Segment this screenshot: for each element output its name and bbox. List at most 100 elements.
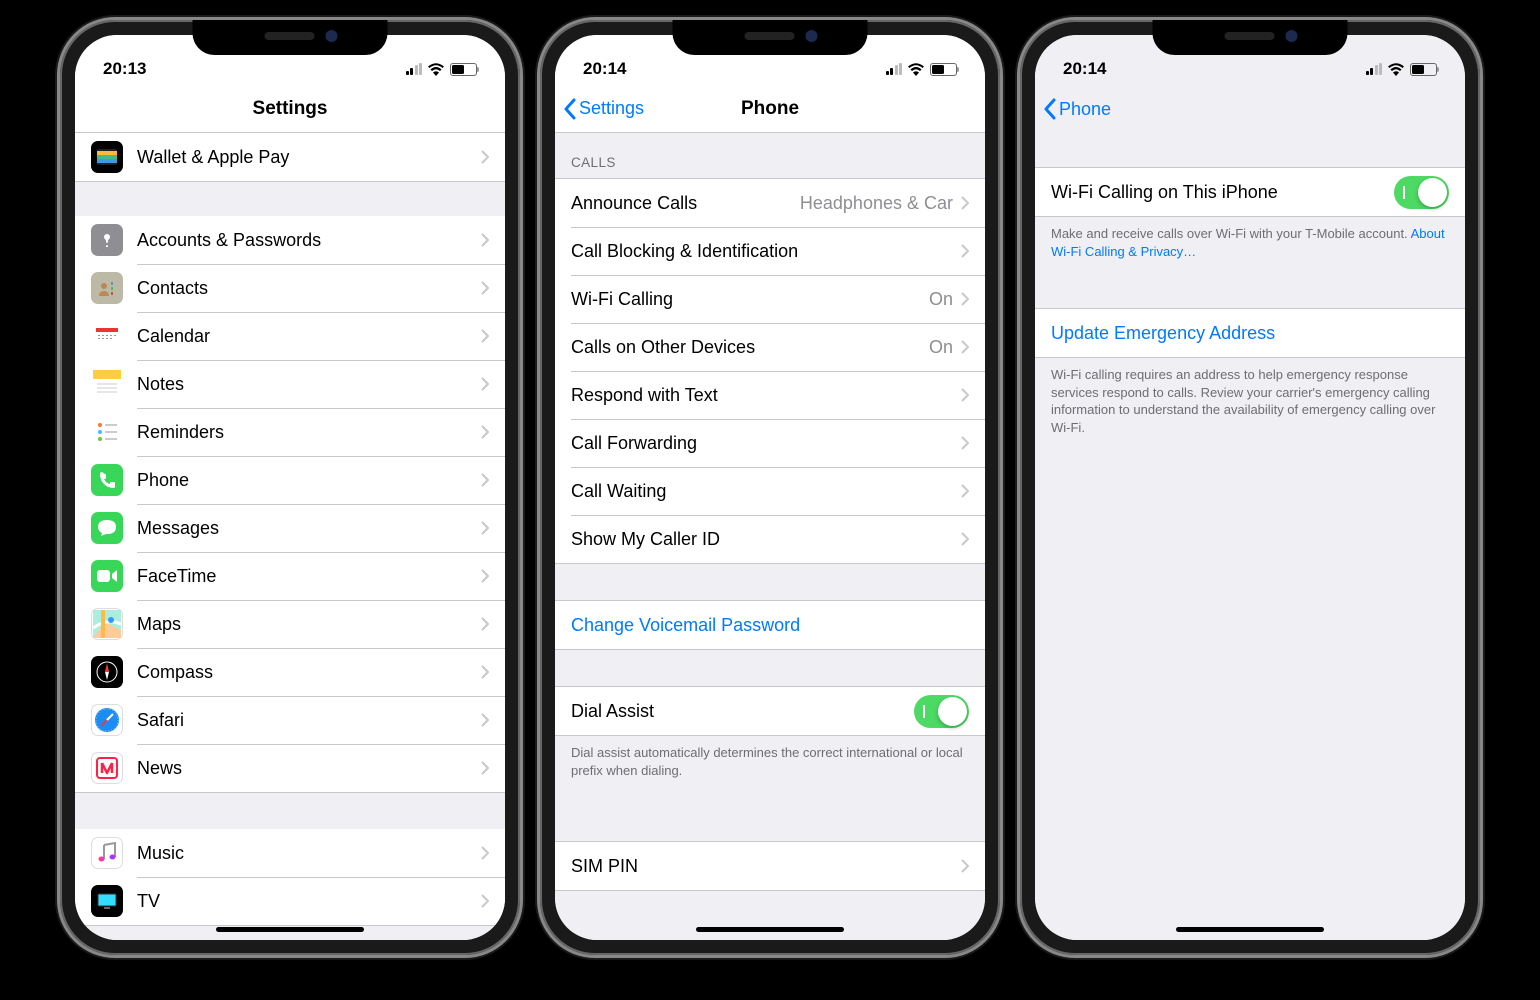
calendar-icon	[91, 320, 123, 352]
chevron-right-icon	[961, 244, 969, 258]
notch	[1153, 20, 1348, 55]
change-voicemail-password[interactable]: Change Voicemail Password	[555, 601, 985, 649]
row-label: Show My Caller ID	[571, 529, 961, 550]
settings-row-calendar[interactable]: Calendar	[75, 312, 505, 360]
chevron-right-icon	[961, 340, 969, 354]
facetime-icon	[91, 560, 123, 592]
row-label: Maps	[137, 614, 481, 635]
home-indicator[interactable]	[696, 927, 844, 932]
settings-row-tv[interactable]: TV	[75, 877, 505, 925]
chevron-right-icon	[481, 473, 489, 487]
tv-icon	[91, 885, 123, 917]
wifi-calling-list[interactable]: Wi-Fi Calling on This iPhone Make and re…	[1035, 133, 1465, 940]
accounts-icon	[91, 224, 123, 256]
row-label: SIM PIN	[571, 856, 961, 877]
wifi-calling-toggle-row[interactable]: Wi-Fi Calling on This iPhone	[1035, 168, 1465, 216]
settings-row-compass[interactable]: Compass	[75, 648, 505, 696]
row-label: Reminders	[137, 422, 481, 443]
wifi-icon	[907, 63, 925, 76]
settings-row-music[interactable]: Music	[75, 829, 505, 877]
nav-title: Phone	[741, 98, 799, 120]
phone-settings-list[interactable]: CALLS Announce CallsHeadphones & CarCall…	[555, 133, 985, 940]
row-label: Safari	[137, 710, 481, 731]
chevron-right-icon	[481, 761, 489, 775]
chevron-right-icon	[481, 329, 489, 343]
settings-row-safari[interactable]: Safari	[75, 696, 505, 744]
notes-icon	[91, 368, 123, 400]
screen-settings: 20:13 Settings Wallet & Apple Pay	[75, 35, 505, 940]
nav-bar: Settings Phone	[555, 85, 985, 133]
row-label: TV	[137, 891, 481, 912]
settings-row-announce-calls[interactable]: Announce CallsHeadphones & Car	[555, 179, 985, 227]
dial-assist-footer: Dial assist automatically determines the…	[555, 736, 985, 787]
battery-icon	[1410, 63, 1437, 76]
chevron-right-icon	[481, 846, 489, 860]
row-label: Compass	[137, 662, 481, 683]
settings-row-facetime[interactable]: FaceTime	[75, 552, 505, 600]
chevron-right-icon	[481, 425, 489, 439]
settings-list[interactable]: Wallet & Apple Pay Accounts & Passwords C…	[75, 133, 505, 940]
news-icon	[91, 752, 123, 784]
nav-bar: Settings	[75, 85, 505, 133]
chevron-right-icon	[961, 532, 969, 546]
settings-row-contacts[interactable]: Contacts	[75, 264, 505, 312]
clock: 20:13	[103, 59, 146, 79]
row-label: News	[137, 758, 481, 779]
notch	[193, 20, 388, 55]
row-detail: On	[929, 289, 953, 310]
chevron-right-icon	[481, 713, 489, 727]
clock: 20:14	[1063, 59, 1106, 79]
chevron-right-icon	[481, 617, 489, 631]
iphone-frame-2: 20:14 Settings Phone CALLS Announce Call…	[540, 20, 1000, 955]
row-label: Announce Calls	[571, 193, 800, 214]
home-indicator[interactable]	[216, 927, 364, 932]
settings-row-accounts[interactable]: Accounts & Passwords	[75, 216, 505, 264]
notch	[673, 20, 868, 55]
compass-icon	[91, 656, 123, 688]
settings-row-respond-with-text[interactable]: Respond with Text	[555, 371, 985, 419]
row-label: Wi-Fi Calling on This iPhone	[1051, 182, 1394, 203]
row-detail: On	[929, 337, 953, 358]
back-button[interactable]: Settings	[563, 85, 644, 132]
row-label: Call Waiting	[571, 481, 961, 502]
settings-row-maps[interactable]: Maps	[75, 600, 505, 648]
chevron-right-icon	[961, 436, 969, 450]
chevron-right-icon	[961, 859, 969, 873]
row-label: Contacts	[137, 278, 481, 299]
sim-pin-row[interactable]: SIM PIN	[555, 842, 985, 890]
chevron-left-icon	[1043, 98, 1056, 120]
chevron-right-icon	[481, 281, 489, 295]
settings-row-call-blocking-identification[interactable]: Call Blocking & Identification	[555, 227, 985, 275]
chevron-right-icon	[481, 665, 489, 679]
settings-row-call-forwarding[interactable]: Call Forwarding	[555, 419, 985, 467]
settings-row-phone[interactable]: Phone	[75, 456, 505, 504]
row-label: FaceTime	[137, 566, 481, 587]
settings-row-news[interactable]: News	[75, 744, 505, 792]
settings-row-messages[interactable]: Messages	[75, 504, 505, 552]
home-indicator[interactable]	[1176, 927, 1324, 932]
battery-icon	[930, 63, 957, 76]
iphone-frame-1: 20:13 Settings Wallet & Apple Pay	[60, 20, 520, 955]
settings-row-call-waiting[interactable]: Call Waiting	[555, 467, 985, 515]
contacts-icon	[91, 272, 123, 304]
settings-row-calls-on-other-devices[interactable]: Calls on Other DevicesOn	[555, 323, 985, 371]
chevron-right-icon	[481, 150, 489, 164]
settings-row-show-my-caller-id[interactable]: Show My Caller ID	[555, 515, 985, 563]
settings-row-reminders[interactable]: Reminders	[75, 408, 505, 456]
row-label: Change Voicemail Password	[571, 615, 969, 636]
dial-assist-toggle[interactable]	[914, 695, 969, 728]
wifi-calling-toggle[interactable]	[1394, 176, 1449, 209]
dial-assist-row[interactable]: Dial Assist	[555, 687, 985, 735]
row-label: Accounts & Passwords	[137, 230, 481, 251]
row-label: Dial Assist	[571, 701, 914, 722]
settings-row-wi-fi-calling[interactable]: Wi-Fi CallingOn	[555, 275, 985, 323]
back-button[interactable]: Phone	[1043, 85, 1111, 133]
update-emergency-address[interactable]: Update Emergency Address	[1035, 309, 1465, 357]
safari-icon	[91, 704, 123, 736]
settings-row-notes[interactable]: Notes	[75, 360, 505, 408]
wifi-calling-footer: Make and receive calls over Wi-Fi with y…	[1035, 217, 1465, 268]
reminders-icon	[91, 416, 123, 448]
settings-row-wallet[interactable]: Wallet & Apple Pay	[75, 133, 505, 181]
row-label: Music	[137, 843, 481, 864]
wifi-icon	[427, 63, 445, 76]
